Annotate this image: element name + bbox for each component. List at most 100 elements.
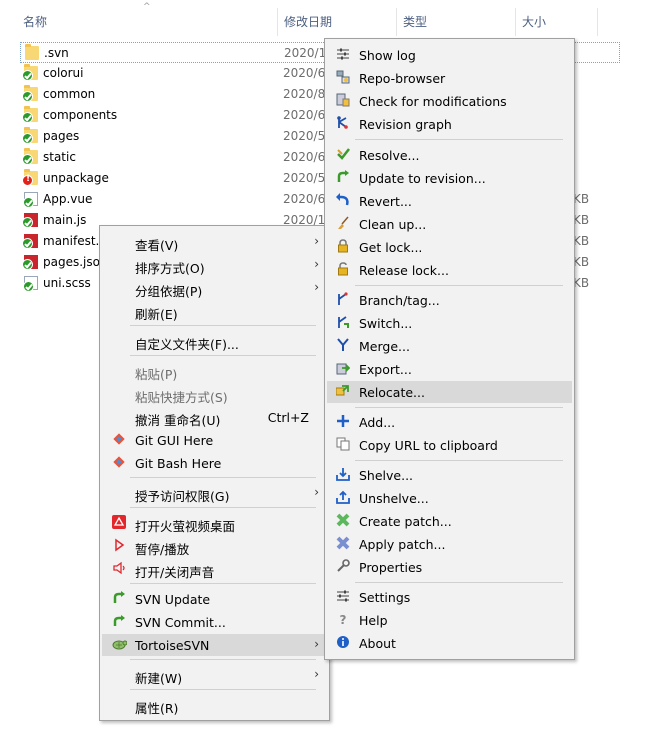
menu-item-new[interactable]: 新建(W) › (102, 664, 327, 686)
menu-item-git-bash[interactable]: Git Bash Here (102, 452, 327, 474)
menu-item-group-by[interactable]: 分组依据(P) › (102, 277, 327, 299)
export-icon (335, 361, 351, 377)
menu-item-label: Resolve... (359, 148, 420, 163)
branch-icon (335, 292, 351, 308)
menu-item-update-to-revision[interactable]: Update to revision... (327, 167, 572, 189)
menu-item-customize-folder[interactable]: 自定义文件夹(F)... (102, 330, 327, 352)
menu-item-label: Get lock... (359, 240, 423, 255)
tortoisesvn-icon (111, 637, 128, 653)
settings-icon (335, 589, 351, 605)
menu-item-refresh[interactable]: 刷新(E) (102, 300, 327, 322)
menu-item-label: Revision graph (359, 117, 452, 132)
svn-commit-icon (111, 614, 127, 630)
menu-item-git-gui[interactable]: Git GUI Here (102, 429, 327, 451)
menu-item-toggle-sound[interactable]: 打开/关闭声音 (102, 558, 327, 580)
menu-separator (355, 460, 563, 461)
column-name[interactable]: 名称 (23, 13, 47, 30)
show-log-icon (335, 47, 351, 63)
wrench-icon (335, 559, 351, 575)
menu-item-release-lock[interactable]: Release lock... (327, 259, 572, 281)
menu-item-label: SVN Update (135, 592, 211, 607)
menu-item-label: Repo-browser (359, 71, 446, 86)
menu-item-label: About (359, 636, 396, 651)
menu-item-about[interactable]: About (327, 632, 572, 654)
menu-item-help[interactable]: ? Help (327, 609, 572, 631)
menu-item-merge[interactable]: Merge... (327, 335, 572, 357)
column-size[interactable]: 大小 (522, 13, 546, 30)
column-type[interactable]: 类型 (403, 13, 427, 30)
menu-item-label: Release lock... (359, 263, 449, 278)
menu-item-revert[interactable]: Revert... (327, 190, 572, 212)
menu-separator (130, 583, 316, 584)
file-size: KB (573, 234, 590, 248)
menu-item-switch[interactable]: Switch... (327, 312, 572, 334)
unshelve-icon (335, 490, 351, 506)
file-type-icon (22, 255, 38, 270)
menu-item-label: Show log (359, 48, 416, 63)
menu-item-properties[interactable]: Properties (327, 556, 572, 578)
column-divider[interactable] (515, 8, 516, 36)
column-divider[interactable] (277, 8, 278, 36)
svn-status-overlay-icon (22, 174, 33, 186)
menu-item-create-patch[interactable]: Create patch... (327, 510, 572, 532)
menu-item-svn-update[interactable]: SVN Update (102, 588, 327, 610)
menu-item-relocate[interactable]: Relocate... (327, 381, 572, 403)
menu-item-grant-access[interactable]: 授予访问权限(G) › (102, 482, 327, 504)
file-type-icon (22, 213, 38, 228)
svn-status-overlay-icon (23, 281, 34, 292)
file-date: 2020/8 (283, 87, 326, 101)
file-date: 2020/6 (283, 108, 326, 122)
menu-item-label: 打开火萤视频桌面 (135, 519, 236, 534)
menu-item-tortoisesvn[interactable]: TortoiseSVN › (102, 634, 327, 656)
revert-icon (335, 193, 351, 209)
menu-item-label: Shelve... (359, 468, 414, 483)
menu-item-show-log[interactable]: Show log (327, 44, 572, 66)
submenu-arrow-icon: › (314, 280, 319, 294)
file-type-icon (22, 85, 38, 102)
menu-item-properties[interactable]: 属性(R) (102, 694, 327, 716)
menu-item-check-modifications[interactable]: Check for modifications (327, 90, 572, 112)
column-divider[interactable] (396, 8, 397, 36)
broom-icon (335, 216, 351, 232)
menu-item-label: 撤消 重命名(U) (135, 413, 221, 428)
menu-item-huoying-wallpaper[interactable]: 打开火萤视频桌面 (102, 512, 327, 534)
file-name: manifest.j (43, 234, 103, 248)
menu-item-label: Copy URL to clipboard (359, 438, 498, 453)
menu-item-label: Apply patch... (359, 537, 446, 552)
menu-item-sort-by[interactable]: 排序方式(O) › (102, 254, 327, 276)
svn-status-overlay-icon (22, 154, 33, 165)
file-name: App.vue (43, 192, 93, 206)
menu-item-view[interactable]: 查看(V) › (102, 231, 327, 253)
menu-item-resolve[interactable]: Resolve... (327, 144, 572, 166)
svn-status-overlay-icon (23, 197, 34, 208)
menu-item-branch-tag[interactable]: Branch/tag... (327, 289, 572, 311)
submenu-arrow-icon: › (314, 485, 319, 499)
menu-item-label: 刷新(E) (135, 307, 178, 322)
column-divider[interactable] (597, 8, 598, 36)
menu-item-shelve[interactable]: Shelve... (327, 464, 572, 486)
menu-item-label: Export... (359, 362, 412, 377)
menu-item-svn-commit[interactable]: SVN Commit... (102, 611, 327, 633)
menu-item-apply-patch[interactable]: Apply patch... (327, 533, 572, 555)
menu-item-add[interactable]: Add... (327, 411, 572, 433)
file-name: .svn (44, 46, 69, 60)
menu-item-export[interactable]: Export... (327, 358, 572, 380)
file-name: unpackage (43, 171, 109, 185)
menu-item-undo-rename[interactable]: 撤消 重命名(U) Ctrl+Z (102, 406, 327, 428)
file-type-icon (23, 192, 38, 208)
menu-item-revision-graph[interactable]: Revision graph (327, 113, 572, 135)
column-date-modified[interactable]: 修改日期 (284, 13, 332, 30)
svn-status-overlay-icon (22, 238, 33, 249)
svn-status-overlay-icon (22, 133, 33, 144)
menu-item-copy-url[interactable]: Copy URL to clipboard (327, 434, 572, 456)
menu-item-get-lock[interactable]: Get lock... (327, 236, 572, 258)
menu-item-pause-play[interactable]: 暂停/播放 (102, 535, 327, 557)
menu-item-unshelve[interactable]: Unshelve... (327, 487, 572, 509)
menu-item-repo-browser[interactable]: Repo-browser (327, 67, 572, 89)
file-name: components (43, 108, 118, 122)
file-name: main.js (43, 213, 87, 227)
menu-item-settings[interactable]: Settings (327, 586, 572, 608)
menu-item-label: 排序方式(O) (135, 261, 205, 276)
menu-item-clean-up[interactable]: Clean up... (327, 213, 572, 235)
lock-icon (335, 239, 351, 255)
